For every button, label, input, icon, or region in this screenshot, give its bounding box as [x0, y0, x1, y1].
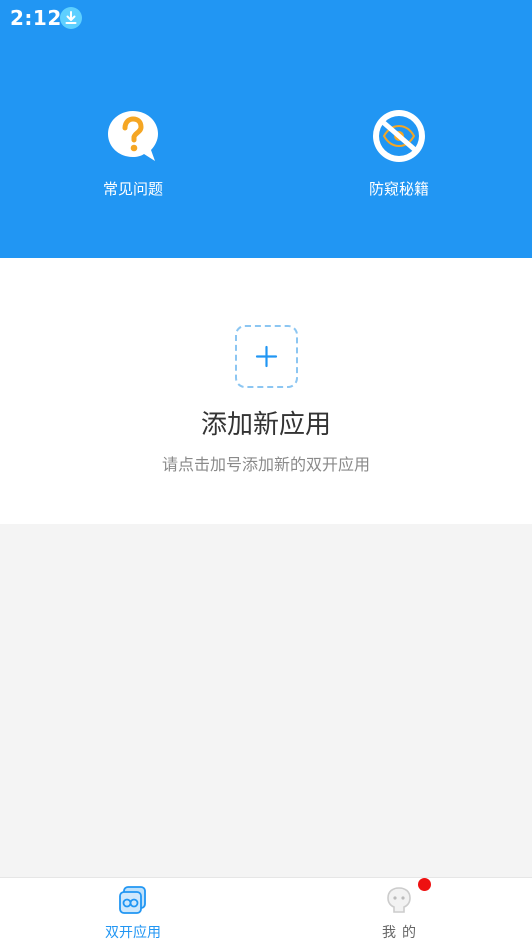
add-app-subtitle: 请点击加号添加新的双开应用 — [161, 455, 370, 474]
download-icon — [60, 7, 82, 29]
bottom-nav: 双开应用 我的 — [0, 877, 532, 949]
dual-apps-icon — [119, 886, 146, 914]
faq-label: 常见问题 — [102, 180, 163, 198]
notification-badge — [418, 878, 431, 891]
tab-dual-apps-label: 双开应用 — [105, 925, 161, 941]
app-list-area — [0, 524, 532, 877]
tab-mine-label: 我的 — [382, 925, 422, 941]
add-app-title: 添加新应用 — [200, 410, 331, 440]
add-app-button[interactable] — [235, 325, 298, 388]
anti-peep-button[interactable]: 防窥秘籍 — [329, 108, 469, 208]
profile-icon — [387, 887, 411, 913]
app-screen: 2:12 常见问题 防窥秘籍 添加新应用 请点击加号添加新的双开应用 双开应用 … — [0, 0, 532, 949]
plus-icon — [255, 345, 278, 368]
anti-peep-label: 防窥秘籍 — [368, 180, 429, 198]
question-bubble-icon — [108, 111, 158, 161]
status-time: 2:12 — [10, 6, 62, 30]
faq-button[interactable]: 常见问题 — [63, 108, 203, 208]
eye-slash-icon — [373, 110, 425, 162]
tab-dual-apps[interactable]: 双开应用 — [0, 878, 266, 949]
add-app-card: 添加新应用 请点击加号添加新的双开应用 — [0, 258, 532, 524]
header-banner: 2:12 常见问题 防窥秘籍 — [0, 0, 532, 258]
tab-mine[interactable]: 我的 — [266, 878, 532, 949]
